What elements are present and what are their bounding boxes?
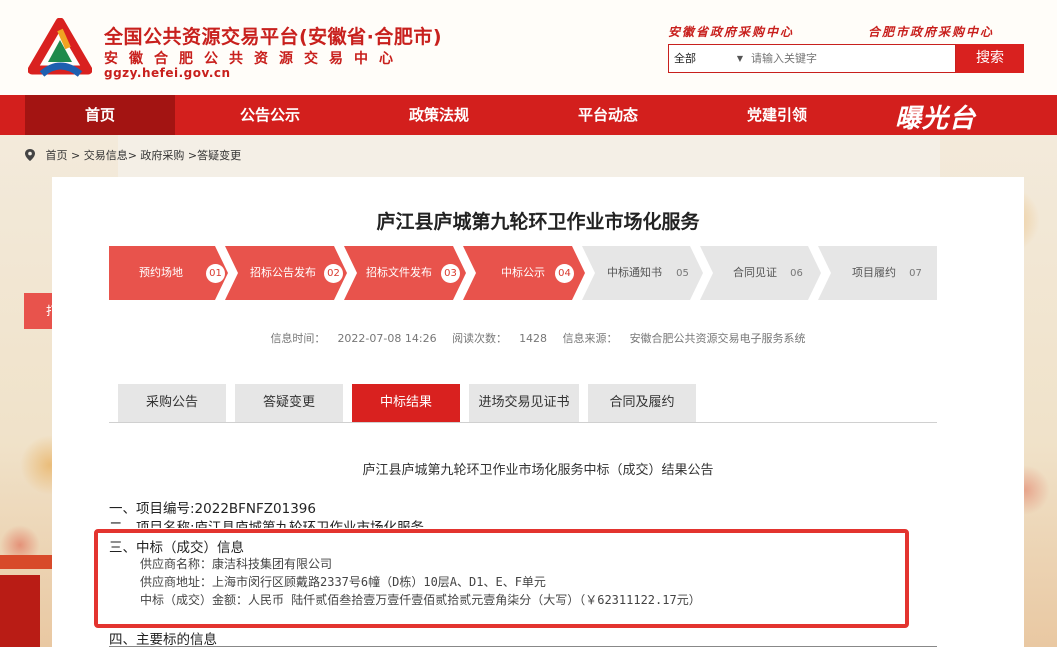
nav-item-policies[interactable]: 政策法规	[364, 95, 514, 135]
nav-item-platform-news[interactable]: 平台动态	[533, 95, 683, 135]
step-1: 预约场地 01	[109, 246, 228, 300]
meta-time: 2022-07-08 14:26	[337, 332, 437, 345]
tab-qa-changes[interactable]: 答疑变更	[235, 384, 343, 422]
step-label: 中标通知书	[607, 266, 662, 279]
tab-transaction-certificate[interactable]: 进场交易见证书	[469, 384, 579, 422]
section-project-number: 一、项目编号:2022BFNFZ01396	[109, 501, 316, 517]
tabs-divider	[109, 422, 937, 423]
section-project-name: 二、项目名称:庐江县庐城第九轮环卫作业市场化服务	[109, 520, 425, 528]
main-nav: 首页 公告公示 政策法规 平台动态 党建引领 曝光台	[0, 95, 1057, 135]
site-subtitle: 安徽合肥公共资源交易中心	[104, 51, 404, 67]
meta-views: 1428	[519, 332, 548, 345]
step-label: 预约场地	[139, 266, 183, 279]
tab-procurement-notice[interactable]: 采购公告	[118, 384, 226, 422]
step-number: 03	[441, 264, 460, 283]
breadcrumb-text[interactable]: 首页 > 交易信息> 政府采购 >答疑变更	[46, 149, 242, 162]
nav-item-party-building[interactable]: 党建引领	[702, 95, 852, 135]
tab-award-result[interactable]: 中标结果	[352, 384, 460, 422]
tab-contract-performance[interactable]: 合同及履约	[588, 384, 696, 422]
highlight-box	[94, 529, 909, 628]
main-panel: 庐江县庐城第九轮环卫作业市场化服务 预约场地 01 招标公告发布 02 招标文件…	[52, 177, 1024, 647]
nav-exposure-logo[interactable]: 曝光台	[895, 98, 976, 135]
section-main-items: 四、主要标的信息	[109, 632, 217, 647]
step-number: 05	[676, 268, 689, 279]
link-province-procurement[interactable]: 安徽省政府采购中心	[668, 23, 794, 40]
meta-source-label: 信息来源：	[562, 332, 618, 345]
breadcrumb: 首页 > 交易信息> 政府采购 >答疑变更	[24, 147, 241, 163]
step-label: 招标公告发布	[250, 266, 316, 279]
step-6: 合同见证 06	[700, 246, 821, 300]
step-number: 02	[324, 264, 343, 283]
progress-steps: 预约场地 01 招标公告发布 02 招标文件发布 03 中标公示 04 中标通知…	[109, 246, 937, 300]
nav-item-home[interactable]: 首页	[25, 95, 175, 135]
meta-source: 安徽合肥公共资源交易电子服务系统	[629, 332, 806, 345]
search-scope-select[interactable]: 全部 ▼	[669, 45, 747, 72]
search-input[interactable]	[751, 48, 951, 69]
info-meta: 信息时间： 2022-07-08 14:26 阅读次数： 1428 信息来源： 安徽合…	[52, 330, 1024, 346]
step-label: 合同见证	[733, 266, 777, 279]
site-logo-icon[interactable]	[28, 18, 92, 82]
site-title: 全国公共资源交易平台(安徽省·合肥市)	[104, 26, 443, 48]
announcement-title: 庐江县庐城第九轮环卫作业市场化服务中标（成交）结果公告	[362, 463, 714, 478]
building-decoration	[0, 575, 40, 647]
step-label: 招标文件发布	[366, 266, 432, 279]
nav-item-announcements[interactable]: 公告公示	[195, 95, 345, 135]
site-header: 全国公共资源交易平台(安徽省·合肥市) 安徽合肥公共资源交易中心 ggzy.he…	[0, 0, 1057, 95]
step-3: 招标文件发布 03	[344, 246, 466, 300]
site-url: ggzy.hefei.gov.cn	[104, 66, 231, 80]
search-box: 全部 ▼	[668, 44, 956, 73]
meta-views-label: 阅读次数：	[452, 332, 508, 345]
step-2: 招标公告发布 02	[225, 246, 347, 300]
search-button[interactable]: 搜索	[956, 44, 1024, 73]
step-number: 01	[206, 264, 225, 283]
step-7: 项目履约 07	[818, 246, 937, 300]
meta-time-label: 信息时间：	[270, 332, 326, 345]
chevron-down-icon: ▼	[736, 54, 743, 63]
step-number: 06	[790, 268, 803, 279]
page-title: 庐江县庐城第九轮环卫作业市场化服务	[376, 211, 700, 233]
link-city-procurement[interactable]: 合肥市政府采购中心	[868, 23, 994, 40]
step-label: 中标公示	[501, 266, 545, 279]
step-5: 中标通知书 05	[582, 246, 703, 300]
search-scope-label: 全部	[674, 52, 696, 65]
building-roof-decoration	[0, 555, 56, 569]
step-number: 04	[555, 264, 574, 283]
step-label: 项目履约	[852, 266, 896, 279]
location-pin-icon	[25, 149, 35, 161]
step-4: 中标公示 04	[463, 246, 585, 300]
step-number: 07	[909, 268, 922, 279]
